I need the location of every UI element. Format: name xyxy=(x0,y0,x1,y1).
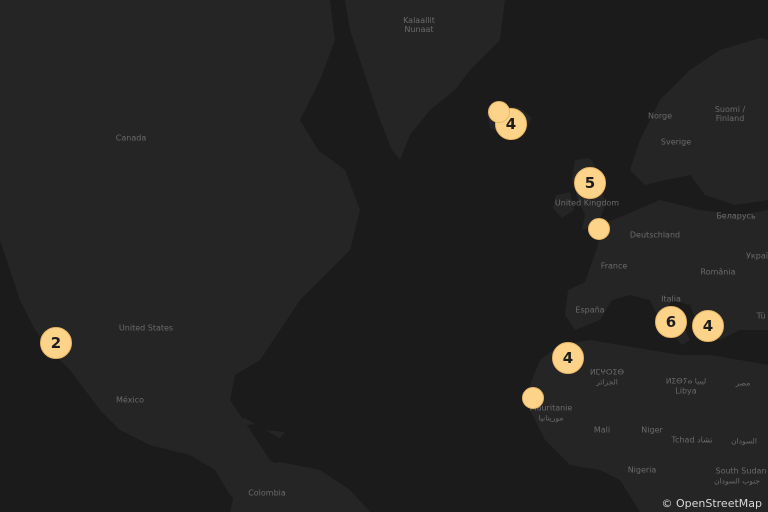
label-algeria: الجزائر xyxy=(596,377,618,387)
label-egypt: مصر xyxy=(735,378,751,388)
label-turkey: Tü xyxy=(756,311,766,321)
basemap xyxy=(0,0,768,512)
label-united-kingdom: United Kingdom xyxy=(554,198,620,208)
label-south-sudan-ar: جنوب السودان xyxy=(713,476,761,486)
label-mauritania-ar: موريتانيا xyxy=(538,413,564,423)
cluster-marker-morocco[interactable]: 4 xyxy=(552,342,584,374)
label-ukraine: Украї xyxy=(746,251,768,261)
cluster-marker-uk[interactable]: 5 xyxy=(574,167,606,199)
cluster-marker-greece[interactable]: 4 xyxy=(692,310,724,342)
label-mali: Mali xyxy=(593,425,611,435)
label-nigeria: Nigeria xyxy=(627,465,657,475)
label-tchad: Tchad تشاد xyxy=(671,435,713,445)
label-south-sudan: South Sudan xyxy=(715,466,767,476)
point-marker-canary[interactable] xyxy=(522,387,544,409)
map-canvas[interactable]: Kalaallit Nunaat Canada United States Mé… xyxy=(0,0,768,512)
label-libya-script: ⵍⵉⴱⵢⴰ ليبيا xyxy=(665,376,707,386)
label-united-states: United States xyxy=(118,323,174,333)
point-marker-iceland[interactable] xyxy=(488,101,510,123)
label-belarus: Беларусь xyxy=(716,211,756,221)
label-france: France xyxy=(600,261,628,271)
label-libya: Libya xyxy=(675,386,697,396)
label-italia: Italia xyxy=(661,294,681,304)
label-deutschland: Deutschland xyxy=(629,230,681,240)
label-colombia: Colombia xyxy=(248,488,286,498)
attribution[interactable]: © OpenStreetMap xyxy=(661,497,762,510)
label-suomi: Suomi / Finland xyxy=(714,105,746,123)
label-mexico: México xyxy=(116,395,144,405)
point-marker-benelux[interactable] xyxy=(588,218,610,240)
label-niger: Niger xyxy=(641,425,663,435)
label-sudan: السودان xyxy=(731,436,757,446)
cluster-marker-italy[interactable]: 6 xyxy=(655,306,687,338)
label-morocco: ⵍⵎⵖⵔⵉⴱ xyxy=(590,367,624,377)
label-sverige: Sverige xyxy=(660,137,692,147)
label-greenland: Kalaallit Nunaat xyxy=(403,16,435,34)
label-espana: España xyxy=(575,305,605,315)
label-canada: Canada xyxy=(115,133,147,143)
cluster-marker-us-west[interactable]: 2 xyxy=(40,327,72,359)
label-romania: România xyxy=(700,267,736,277)
label-norge: Norge xyxy=(647,111,673,121)
